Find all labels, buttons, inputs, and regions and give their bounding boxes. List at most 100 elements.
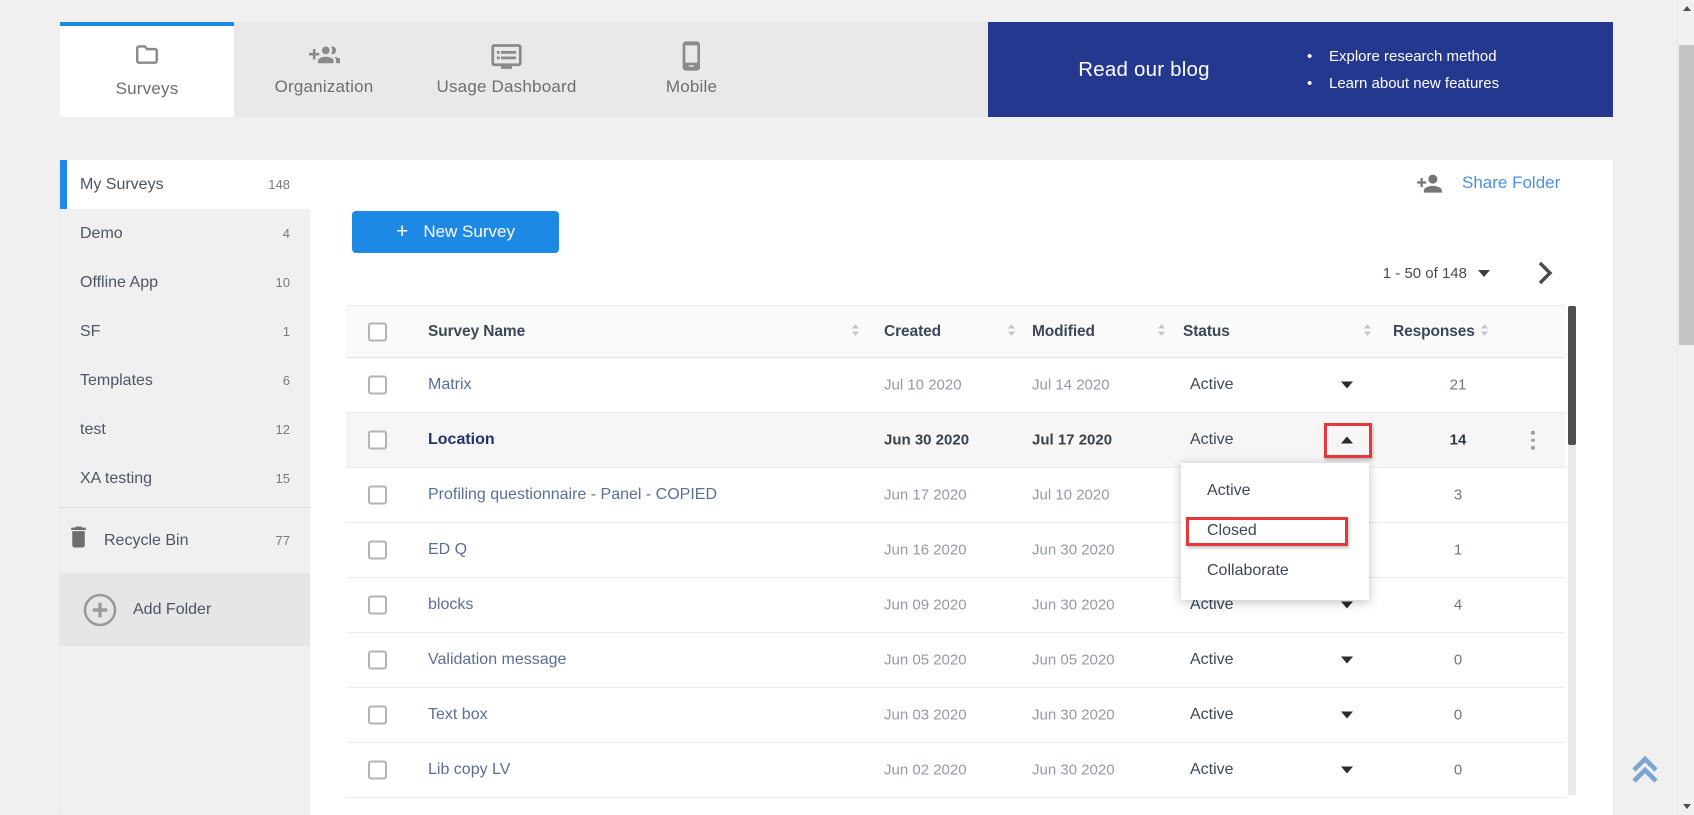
survey-name-link[interactable]: Validation message (428, 651, 566, 669)
caret-shape (1341, 382, 1353, 389)
column-header-created[interactable]: Created (884, 323, 941, 341)
row-checkbox[interactable] (368, 761, 387, 780)
sidebar-item-count: 15 (276, 471, 290, 486)
status-value[interactable]: Active (1190, 651, 1234, 669)
sidebar-item-count: 6 (283, 373, 290, 388)
created-date: Jun 30 2020 (884, 432, 969, 449)
responses-count[interactable]: 0 (1418, 762, 1498, 779)
tab-mobile-label: Mobile (666, 77, 717, 97)
share-folder-label: Share Folder (1462, 173, 1560, 193)
responses-count[interactable]: 0 (1418, 652, 1498, 669)
responses-count[interactable]: 14 (1418, 432, 1498, 449)
status-value[interactable]: Active (1190, 761, 1234, 779)
browser-scrollbar[interactable] (1677, 0, 1694, 815)
row-checkbox[interactable] (368, 596, 387, 615)
next-page-button[interactable] (1534, 260, 1556, 286)
checkbox-cell (368, 376, 387, 395)
tab-organization-label: Organization (275, 77, 374, 97)
status-caret-down-icon[interactable] (1341, 602, 1353, 609)
responses-count[interactable]: 4 (1418, 597, 1498, 614)
dropdown-option-active[interactable]: Active (1181, 471, 1369, 511)
modified-date: Jun 30 2020 (1032, 762, 1115, 779)
status-value[interactable]: Active (1190, 431, 1234, 449)
add-folder-label: Add Folder (133, 601, 211, 619)
status-caret-down-icon[interactable] (1341, 657, 1353, 664)
status-caret-down-icon[interactable] (1341, 382, 1353, 389)
survey-name-link[interactable]: Matrix (428, 376, 472, 394)
sidebar-item-test[interactable]: test 12 (60, 405, 310, 454)
kebab-dot (1531, 446, 1535, 450)
blog-banner[interactable]: Read our blog Explore research method Le… (988, 22, 1613, 117)
row-checkbox[interactable] (368, 706, 387, 725)
row-checkbox[interactable] (368, 431, 387, 450)
survey-name-link[interactable]: Text box (428, 706, 488, 724)
responses-count[interactable]: 1 (1418, 542, 1498, 559)
sidebar-item-label: Offline App (80, 274, 158, 292)
survey-name-link[interactable]: ED Q (428, 541, 467, 559)
table-scrollbar[interactable] (1568, 306, 1576, 795)
status-caret-down-icon[interactable] (1341, 712, 1353, 719)
row-checkbox[interactable] (368, 376, 387, 395)
share-folder-button[interactable]: Share Folder (1416, 172, 1560, 193)
survey-name-link[interactable]: Lib copy LV (428, 761, 510, 779)
sidebar-item-offline-app[interactable]: Offline App 10 (60, 258, 310, 307)
table-row: Profiling questionnaire - Panel - COPIED… (346, 468, 1565, 523)
top-tab-bar: Surveys Organization Usage Dashboard Mob… (60, 22, 988, 117)
checkbox-cell (368, 761, 387, 780)
scrollbar-up-arrow[interactable] (1678, 0, 1694, 17)
sort-icon[interactable] (1157, 323, 1166, 341)
sort-icon[interactable] (851, 323, 860, 341)
table-scrollbar-thumb[interactable] (1568, 306, 1576, 445)
status-value[interactable]: Active (1190, 376, 1234, 394)
sidebar-item-demo[interactable]: Demo 4 (60, 209, 310, 258)
status-caret-down-icon[interactable] (1341, 767, 1353, 774)
pagination-dropdown-caret-icon[interactable] (1478, 270, 1490, 277)
column-header-survey-name[interactable]: Survey Name (428, 323, 525, 341)
scrollbar-down-arrow[interactable] (1678, 798, 1694, 815)
scrollbar-thumb[interactable] (1679, 45, 1694, 345)
survey-name-link[interactable]: blocks (428, 596, 473, 614)
banner-title: Read our blog (988, 58, 1300, 82)
sidebar-item-recycle-bin[interactable]: Recycle Bin 77 (60, 508, 310, 573)
folder-icon (132, 40, 162, 68)
responses-count[interactable]: 0 (1418, 707, 1498, 724)
sidebar-item-label: Demo (80, 225, 123, 243)
add-folder-button[interactable]: Add Folder (60, 573, 310, 646)
annotation-box-closed-option (1186, 517, 1348, 546)
responses-count[interactable]: 21 (1418, 377, 1498, 394)
back-to-top-button[interactable] (1626, 750, 1664, 791)
modified-date: Jun 30 2020 (1032, 707, 1115, 724)
sidebar-item-xa-testing[interactable]: XA testing 15 (60, 454, 310, 503)
folder-sidebar: My Surveys 148 Demo 4 Offline App 10 SF … (60, 160, 310, 815)
tab-organization[interactable]: Organization (234, 22, 414, 117)
tab-mobile[interactable]: Mobile (599, 22, 784, 117)
tab-usage-dashboard[interactable]: Usage Dashboard (414, 22, 599, 117)
checkbox-cell (368, 706, 387, 725)
sort-icon[interactable] (1363, 323, 1372, 341)
sidebar-item-my-surveys[interactable]: My Surveys 148 (60, 160, 310, 209)
sidebar-item-sf[interactable]: SF 1 (60, 307, 310, 356)
tab-surveys[interactable]: Surveys (60, 22, 234, 117)
column-header-responses[interactable]: Responses (1393, 323, 1475, 341)
row-checkbox[interactable] (368, 541, 387, 560)
banner-bullet-list: Explore research method Learn about new … (1307, 43, 1499, 97)
row-checkbox[interactable] (368, 486, 387, 505)
sort-icon[interactable] (1480, 323, 1489, 341)
status-value[interactable]: Active (1190, 706, 1234, 724)
modified-date: Jul 17 2020 (1032, 432, 1112, 449)
created-date: Jun 05 2020 (884, 652, 967, 669)
new-survey-button[interactable]: + New Survey (352, 211, 559, 253)
survey-name-link[interactable]: Profiling questionnaire - Panel - COPIED (428, 486, 717, 504)
sort-icon[interactable] (1007, 323, 1016, 341)
table-row: Location Jun 30 2020 Jul 17 2020 Active … (346, 413, 1565, 468)
select-all-checkbox[interactable] (368, 322, 387, 341)
column-header-status[interactable]: Status (1183, 323, 1230, 341)
survey-name-link[interactable]: Location (428, 431, 495, 449)
sidebar-item-templates[interactable]: Templates 6 (60, 356, 310, 405)
sidebar-item-count: 10 (276, 275, 290, 290)
column-header-modified[interactable]: Modified (1032, 323, 1095, 341)
row-checkbox[interactable] (368, 651, 387, 670)
dropdown-option-collaborate[interactable]: Collaborate (1181, 551, 1369, 591)
row-menu-kebab-icon[interactable] (1531, 431, 1535, 450)
responses-count[interactable]: 3 (1418, 487, 1498, 504)
